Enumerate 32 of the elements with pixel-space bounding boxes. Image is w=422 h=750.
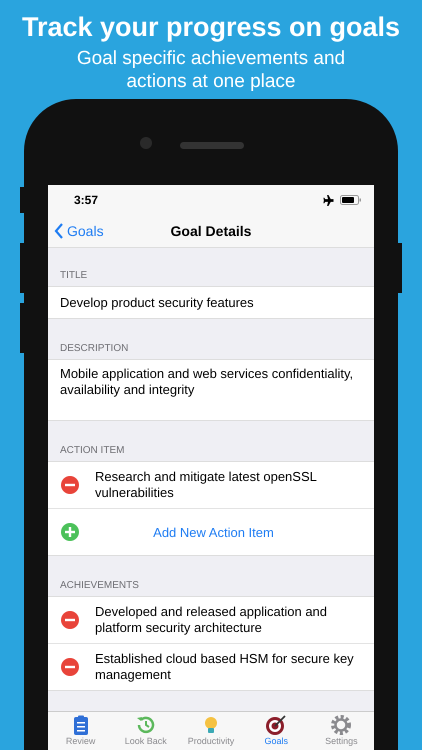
tab[interactable]: Look Back bbox=[113, 712, 178, 750]
section-header: DESCRIPTION bbox=[59, 342, 130, 356]
remove-icon[interactable] bbox=[60, 475, 80, 495]
status-time: 3:57 bbox=[74, 193, 100, 207]
settings-icon bbox=[330, 714, 352, 736]
tab[interactable]: Review bbox=[48, 712, 114, 750]
target-icon bbox=[265, 714, 288, 736]
section-header: TITLE bbox=[59, 269, 88, 283]
tab[interactable]: Goals bbox=[244, 712, 309, 750]
list-item-text: Research and mitigate latest openSSL vulnerabilities bbox=[95, 469, 318, 501]
add-icon[interactable] bbox=[60, 522, 80, 542]
back-button[interactable]: Goals bbox=[48, 223, 110, 239]
subheadline: Goal specific achievements and actions at one place bbox=[76, 47, 346, 93]
speaker-icon bbox=[180, 142, 244, 149]
chevron-left-icon bbox=[54, 223, 64, 239]
camera-icon bbox=[140, 137, 152, 149]
history-icon bbox=[134, 714, 157, 736]
nav-title: Goal Details bbox=[170, 223, 252, 239]
description-field[interactable]: Mobile application and web services confidentiality, availability and integrity bbox=[48, 359, 374, 421]
remove-icon[interactable] bbox=[60, 657, 80, 677]
list-item-text: Developed and released application and platform security architecture bbox=[95, 604, 328, 636]
list-item-text: Established cloud based HSM for secure key management bbox=[95, 651, 355, 683]
section-header: ACHIEVEMENTS bbox=[59, 579, 140, 593]
add-action-button[interactable]: Add New Action Item bbox=[95, 524, 362, 540]
battery-icon bbox=[340, 195, 362, 205]
title-field[interactable]: Develop product security features bbox=[48, 286, 374, 319]
tab[interactable]: Productivity bbox=[178, 712, 244, 750]
airplane-icon bbox=[322, 194, 334, 206]
remove-icon[interactable] bbox=[60, 610, 80, 630]
section-header: ACTION ITEM bbox=[59, 444, 126, 458]
tab[interactable]: Settings bbox=[308, 712, 374, 750]
headline: Track your progress on goals bbox=[22, 12, 400, 43]
